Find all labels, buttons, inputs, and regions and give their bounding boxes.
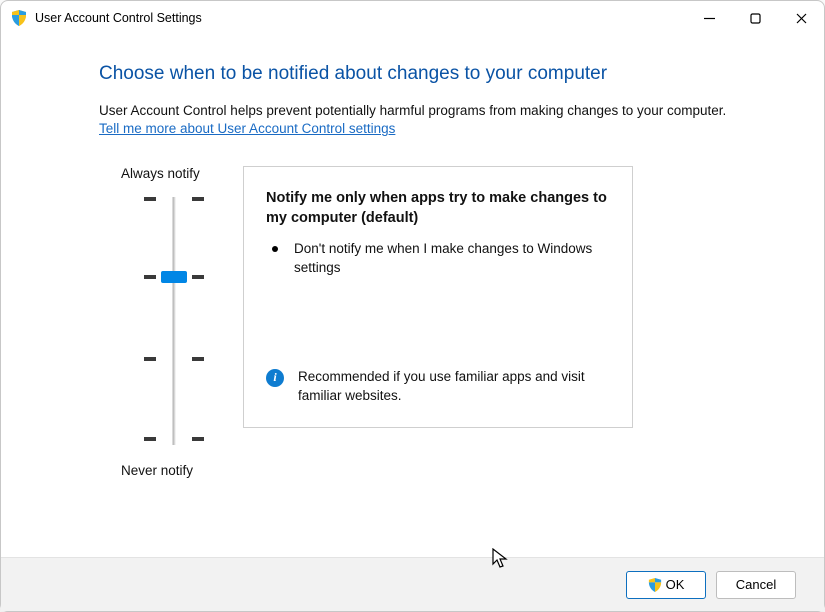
slider-thumb[interactable] <box>161 271 187 283</box>
minimize-button[interactable] <box>686 1 732 35</box>
page-heading: Choose when to be notified about changes… <box>99 63 764 85</box>
level-description-panel: Notify me only when apps try to make cha… <box>243 166 633 428</box>
cancel-button[interactable]: Cancel <box>716 571 796 599</box>
content-area: Choose when to be notified about changes… <box>1 35 824 557</box>
shield-icon <box>648 578 662 592</box>
slider-column: Always notify Never notify <box>99 166 249 478</box>
level-bullet-text: Don't notify me when I make changes to W… <box>294 240 610 278</box>
slider-track <box>173 197 176 445</box>
slider-label-bottom: Never notify <box>99 463 193 478</box>
slider-tick <box>144 437 204 441</box>
window-title: User Account Control Settings <box>35 11 202 25</box>
bullet-icon <box>272 246 278 252</box>
learn-more-link[interactable]: Tell me more about User Account Control … <box>99 121 395 136</box>
recommendation-row: i Recommended if you use familiar apps a… <box>266 368 610 406</box>
slider-label-top: Always notify <box>99 166 200 181</box>
notification-level-slider[interactable] <box>144 191 204 451</box>
level-bullet-row: Don't notify me when I make changes to W… <box>266 240 610 278</box>
close-button[interactable] <box>778 1 824 35</box>
cancel-button-label: Cancel <box>736 577 776 592</box>
page-description: User Account Control helps prevent poten… <box>99 103 764 118</box>
shield-icon <box>11 10 27 26</box>
window-controls <box>686 1 824 35</box>
ok-button-label: OK <box>666 577 685 592</box>
dialog-footer: OK Cancel <box>1 557 824 611</box>
titlebar: User Account Control Settings <box>1 1 824 35</box>
main-row: Always notify Never notify Notify me onl… <box>99 166 764 478</box>
recommendation-text: Recommended if you use familiar apps and… <box>298 368 610 406</box>
uac-window: User Account Control Settings Choose whe… <box>0 0 825 612</box>
slider-tick <box>144 197 204 201</box>
info-icon: i <box>266 369 284 387</box>
ok-button[interactable]: OK <box>626 571 706 599</box>
slider-tick <box>144 357 204 361</box>
level-title: Notify me only when apps try to make cha… <box>266 189 610 228</box>
maximize-button[interactable] <box>732 1 778 35</box>
